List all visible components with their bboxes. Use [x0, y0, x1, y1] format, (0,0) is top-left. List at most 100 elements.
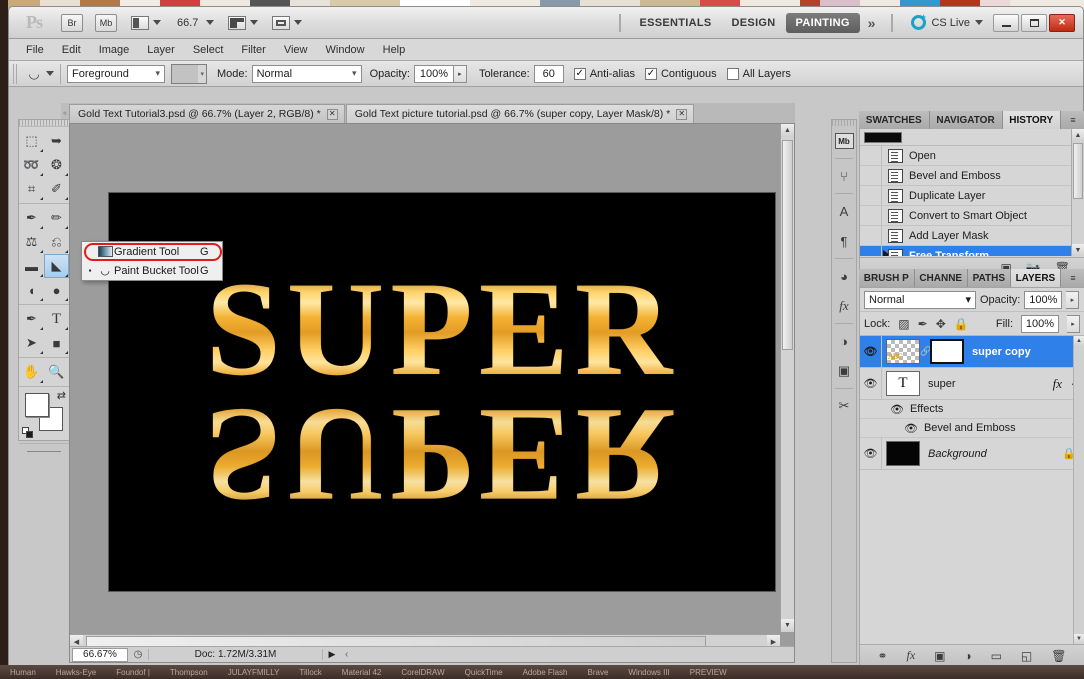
mask-link-icon[interactable]: 🔗 — [920, 346, 931, 357]
character-panel-icon[interactable]: A — [832, 196, 856, 226]
opacity-input[interactable]: 100% — [413, 64, 454, 83]
taskbar-item[interactable]: Hawks-Eye — [46, 668, 106, 677]
close-button[interactable]: ✕ — [1049, 13, 1075, 32]
scroll-down-icon[interactable]: ▼ — [781, 619, 794, 632]
history-gutter[interactable] — [860, 246, 890, 256]
layer-row-background[interactable]: 👁 Background 🔒 — [860, 438, 1084, 470]
screen-mode-control[interactable] — [272, 15, 303, 30]
layer-visibility-icon[interactable]: 👁 — [860, 336, 882, 367]
launch-bridge-button[interactable]: Br — [61, 13, 83, 32]
lock-image-pixels-icon[interactable]: ✒ — [918, 317, 928, 331]
new-group-icon[interactable]: ▭ — [991, 649, 1002, 663]
status-menu-icon[interactable]: ▶ — [323, 649, 341, 660]
history-gutter[interactable] — [860, 146, 882, 165]
brush-tool-icon[interactable]: ✏ — [44, 206, 69, 230]
history-state-open[interactable]: Open — [860, 146, 1071, 166]
new-layer-icon[interactable]: ◱ — [1021, 649, 1032, 663]
styles-panel-icon[interactable]: fx — [832, 291, 856, 321]
path-selection-tool-icon[interactable]: ➤ — [19, 331, 44, 355]
history-state-free-transform[interactable]: Free Transform — [860, 246, 1071, 256]
delete-layer-icon[interactable]: 🗑 — [1051, 649, 1066, 663]
taskbar-item[interactable]: Foundof | — [106, 668, 160, 677]
cs-live-button[interactable]: CS Live — [911, 15, 983, 30]
close-icon[interactable]: ✕ — [676, 108, 688, 120]
layer-effects-icon[interactable]: fx — [1053, 376, 1062, 392]
effect-visibility-icon[interactable]: 👁 — [904, 422, 918, 435]
history-state-convert-to-smart-object[interactable]: Convert to Smart Object — [860, 206, 1071, 226]
toolbox-grip[interactable] — [19, 120, 69, 127]
canvas-area[interactable]: SUPER SUPER — [70, 124, 780, 632]
workspace-tab-design[interactable]: DESIGN — [722, 13, 786, 33]
pattern-swatch-picker[interactable]: ▾ — [171, 63, 207, 84]
menu-view[interactable]: View — [275, 42, 317, 58]
history-state-duplicate-layer[interactable]: Duplicate Layer — [860, 186, 1071, 206]
add-layer-mask-icon[interactable]: ▣ — [934, 649, 945, 663]
swap-colors-icon[interactable]: ⇄ — [57, 389, 66, 402]
taskbar-item[interactable]: Adobe Flash — [513, 668, 578, 677]
lock-transparent-pixels-icon[interactable]: ▨ — [898, 317, 909, 331]
paint-bucket-tool-icon[interactable]: ◣ — [44, 254, 69, 278]
layer-effect-bevel-and-emboss[interactable]: 👁 Bevel and Emboss — [860, 419, 1084, 438]
anti-alias-checkbox[interactable]: ✓ Anti-alias — [573, 67, 635, 80]
layer-thumbnail[interactable]: ABC — [886, 339, 920, 364]
crop-tool-icon[interactable]: ⌗ — [19, 177, 44, 201]
menu-image[interactable]: Image — [90, 42, 139, 58]
foreground-color-swatch[interactable] — [25, 393, 49, 417]
menu-select[interactable]: Select — [184, 42, 233, 58]
quick-selection-tool-icon[interactable]: ❂ — [44, 153, 69, 177]
workspace-tab-painting[interactable]: PAINTING — [785, 12, 860, 33]
fill-source-select[interactable]: Foreground ▾ — [67, 64, 165, 83]
history-panel-menu-icon[interactable]: ≡ — [1061, 111, 1084, 129]
link-layers-icon[interactable]: ⚭ — [877, 649, 887, 663]
effects-visibility-icon[interactable]: 👁 — [890, 403, 904, 416]
horizontal-type-tool-icon[interactable]: T — [44, 307, 69, 331]
flyout-item-paint-bucket-tool[interactable]: ▪ ◡ Paint Bucket Tool G — [82, 261, 222, 280]
hand-tool-icon[interactable]: ✋ — [19, 360, 44, 384]
layer-name[interactable]: super — [928, 378, 1053, 390]
menu-layer[interactable]: Layer — [138, 42, 184, 58]
blur-tool-icon[interactable]: ◖ — [19, 278, 44, 302]
scroll-up-icon[interactable]: ▲ — [1074, 336, 1084, 346]
zoom-level-field[interactable]: 66.7 — [177, 17, 198, 29]
layer-row-super[interactable]: 👁 T super fx ▲ — [860, 368, 1084, 400]
blend-mode-select[interactable]: Normal ▾ — [864, 290, 976, 309]
arrange-documents-control[interactable] — [228, 15, 259, 30]
layers-opacity-input[interactable]: 100% — [1024, 290, 1063, 309]
history-brush-tool-icon[interactable]: ⎌ — [44, 230, 69, 254]
menu-edit[interactable]: Edit — [53, 42, 90, 58]
taskbar-item[interactable]: Brave — [578, 668, 619, 677]
taskbar-item[interactable]: Tillock — [289, 668, 331, 677]
tolerance-input[interactable]: 60 — [533, 64, 564, 83]
layer-thumbnail[interactable] — [886, 441, 920, 466]
fill-stepper[interactable]: ▸ — [1067, 314, 1080, 333]
blend-mode-select[interactable]: Normal ▾ — [251, 64, 362, 83]
history-state-add-layer-mask[interactable]: Add Layer Mask — [860, 226, 1071, 246]
tool-presets-panel-icon[interactable]: ✂ — [832, 391, 856, 421]
paragraph-panel-icon[interactable]: ¶ — [832, 226, 856, 256]
default-colors-icon[interactable] — [22, 427, 33, 438]
layer-effects-group[interactable]: 👁 Effects — [860, 400, 1084, 419]
minimize-button[interactable] — [993, 13, 1019, 32]
zoom-tool-icon[interactable]: 🔍 — [44, 360, 69, 384]
spot-healing-brush-tool-icon[interactable]: ✒ — [19, 206, 44, 230]
menu-window[interactable]: Window — [317, 42, 374, 58]
all-layers-checkbox[interactable]: All Layers — [726, 67, 791, 80]
taskbar-item[interactable]: Material 42 — [332, 668, 392, 677]
workspace-more-icon[interactable]: » — [860, 15, 884, 31]
dodge-tool-icon[interactable]: ● — [44, 278, 69, 302]
taskbar-item[interactable]: QuickTime — [455, 668, 513, 677]
tab-brush-presets[interactable]: BRUSH P — [859, 269, 915, 287]
scroll-up-icon[interactable]: ▲ — [1072, 129, 1084, 141]
maximize-button[interactable] — [1021, 13, 1047, 32]
scroll-up-icon[interactable]: ▲ — [781, 124, 794, 137]
history-state-bevel-and-emboss[interactable]: Bevel and Emboss — [860, 166, 1071, 186]
menu-filter[interactable]: Filter — [232, 42, 274, 58]
brush-presets-panel-icon[interactable]: ⑂ — [832, 161, 856, 191]
document-vertical-scrollbar[interactable]: ▲ ▼ — [780, 124, 794, 632]
tab-swatches[interactable]: SWATCHES — [859, 111, 930, 129]
fill-input[interactable]: 100% — [1021, 314, 1059, 333]
tool-preset-chevron-down-icon[interactable] — [46, 71, 54, 76]
contiguous-checkbox[interactable]: ✓ Contiguous — [644, 67, 717, 80]
tab-paths[interactable]: PATHS — [967, 269, 1011, 287]
pen-tool-icon[interactable]: ✒ — [19, 307, 44, 331]
